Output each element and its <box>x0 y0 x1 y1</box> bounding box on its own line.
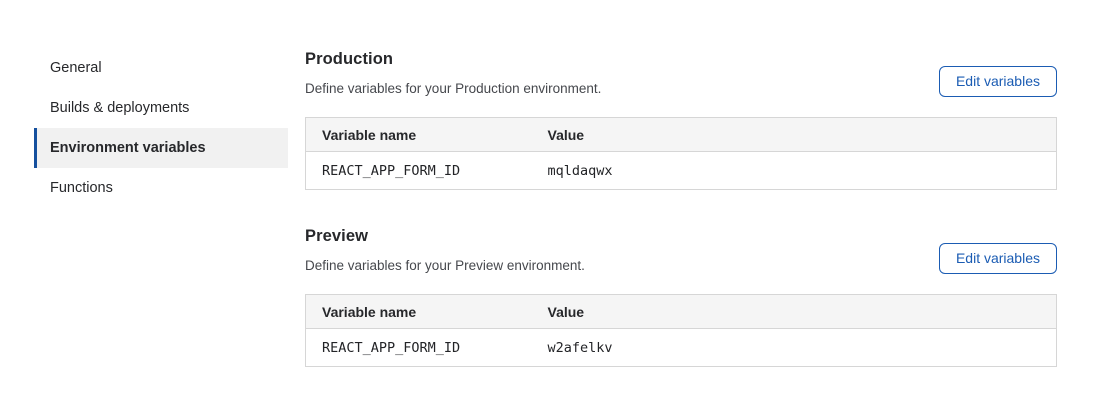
table-header-row: Variable name Value <box>306 295 1057 329</box>
sidebar-item-general[interactable]: General <box>34 48 288 88</box>
preview-section: Preview Define variables for your Previe… <box>305 228 1057 367</box>
preview-variables-table: Variable name Value REACT_APP_FORM_ID w2… <box>305 294 1057 367</box>
settings-sidebar: General Builds & deployments Environment… <box>34 48 288 208</box>
preview-section-header: Preview Define variables for your Previe… <box>305 228 1057 273</box>
production-section-header: Production Define variables for your Pro… <box>305 51 1057 96</box>
sidebar-item-functions[interactable]: Functions <box>34 168 288 208</box>
production-section: Production Define variables for your Pro… <box>305 51 1057 190</box>
edit-variables-button-preview[interactable]: Edit variables <box>939 243 1057 274</box>
table-row: REACT_APP_FORM_ID w2afelkv <box>306 329 1057 367</box>
column-header-value: Value <box>532 295 1057 329</box>
table-header-row: Variable name Value <box>306 118 1057 152</box>
preview-title: Preview <box>305 228 1057 244</box>
column-header-variable-name: Variable name <box>306 118 532 152</box>
environment-variables-panel: Production Define variables for your Pro… <box>305 51 1057 367</box>
sidebar-item-builds-deployments[interactable]: Builds & deployments <box>34 88 288 128</box>
production-title: Production <box>305 51 1057 67</box>
production-variables-table: Variable name Value REACT_APP_FORM_ID mq… <box>305 117 1057 190</box>
column-header-variable-name: Variable name <box>306 295 532 329</box>
variable-value-cell: mqldaqwx <box>532 152 1057 190</box>
variable-name-cell: REACT_APP_FORM_ID <box>306 329 532 367</box>
variable-name-cell: REACT_APP_FORM_ID <box>306 152 532 190</box>
sidebar-item-environment-variables[interactable]: Environment variables <box>34 128 288 168</box>
variable-value-cell: w2afelkv <box>532 329 1057 367</box>
table-row: REACT_APP_FORM_ID mqldaqwx <box>306 152 1057 190</box>
edit-variables-button-production[interactable]: Edit variables <box>939 66 1057 97</box>
column-header-value: Value <box>532 118 1057 152</box>
